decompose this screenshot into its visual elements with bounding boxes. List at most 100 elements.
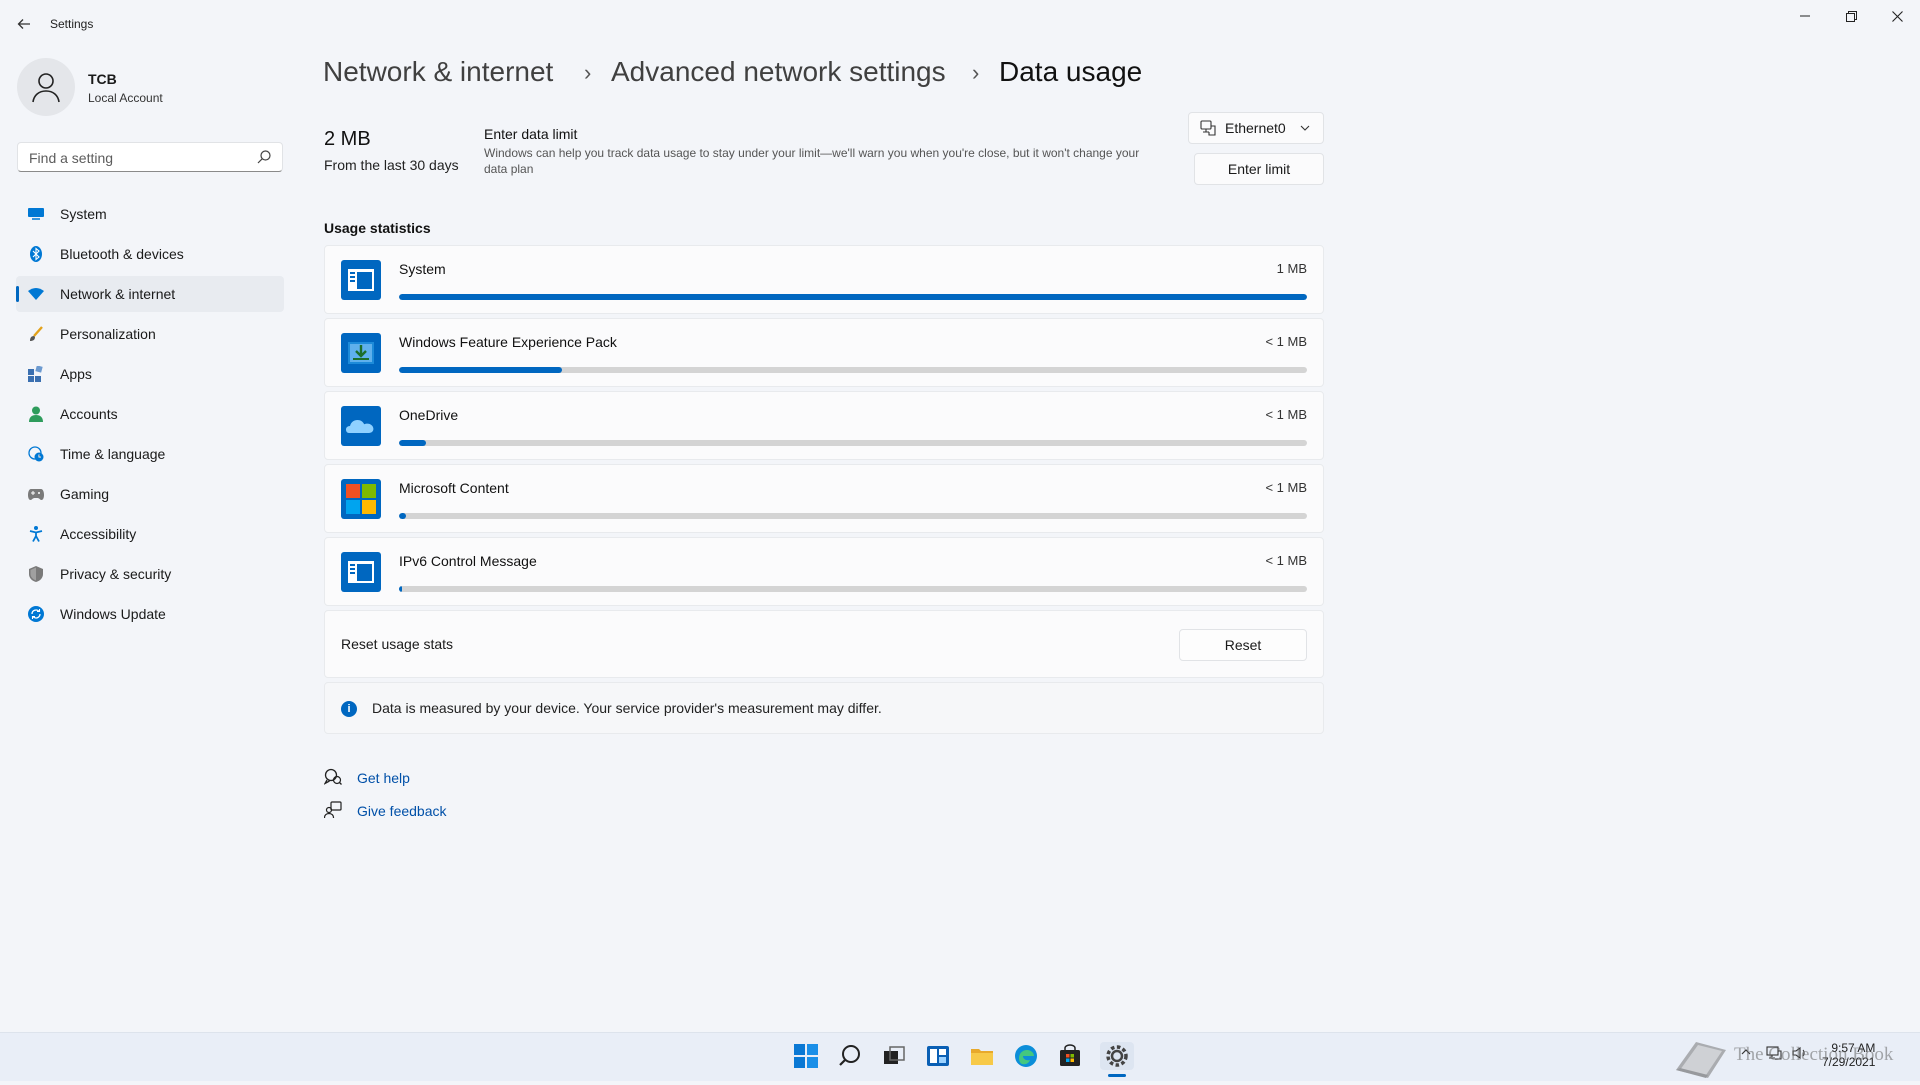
sidebar-item-label: Accessibility: [60, 526, 137, 542]
close-icon: [1891, 10, 1903, 22]
title-bar: [0, 0, 1920, 48]
start-icon[interactable]: [792, 1042, 820, 1070]
sidebar-item-apps[interactable]: Apps: [16, 356, 284, 392]
settings-icon[interactable]: [1100, 1042, 1134, 1070]
sidebar-item-network[interactable]: Network & internet: [16, 276, 284, 312]
sidebar-item-gaming[interactable]: Gaming: [16, 476, 284, 512]
app-usage-row: Microsoft Content < 1 MB: [324, 464, 1324, 533]
bluetooth-icon: [28, 246, 44, 262]
sidebar-item-label: Gaming: [60, 486, 110, 502]
usage-bar-fill: [399, 440, 427, 446]
app-usage-value: < 1 MB: [1265, 480, 1307, 495]
app-title: Settings: [50, 17, 94, 31]
sidebar-item-time-language[interactable]: Time & language: [16, 436, 284, 472]
sidebar-item-label: Accounts: [60, 406, 118, 422]
enter-limit-button[interactable]: Enter limit: [1194, 153, 1324, 185]
app-name: IPv6 Control Message: [399, 553, 537, 569]
file-explorer-icon[interactable]: [968, 1042, 996, 1070]
person-icon: [28, 406, 44, 422]
app-usage-value: < 1 MB: [1265, 407, 1307, 422]
edge-icon[interactable]: [1012, 1042, 1040, 1070]
usage-statistics-title: Usage statistics: [324, 220, 431, 236]
breadcrumb-network-internet[interactable]: Network & internet: [323, 56, 553, 88]
chevron-right-icon: ›: [584, 60, 592, 85]
sidebar-item-privacy-security[interactable]: Privacy & security: [16, 556, 284, 592]
usage-bar: [399, 440, 1307, 446]
sidebar-item-label: Personalization: [60, 326, 156, 342]
network-adapter-value: Ethernet0: [1225, 120, 1286, 136]
usage-bar: [399, 294, 1307, 300]
network-adapter-dropdown[interactable]: Ethernet0: [1188, 112, 1324, 144]
taskbar: [0, 1032, 1920, 1081]
microsoft-logo-icon: [341, 479, 381, 519]
system-app-icon: [341, 260, 381, 300]
feature-pack-icon: [341, 333, 381, 373]
sidebar-item-bluetooth[interactable]: Bluetooth & devices: [16, 236, 284, 272]
system-app-icon: [341, 552, 381, 592]
sidebar-item-accounts[interactable]: Accounts: [16, 396, 284, 432]
feedback-icon: [323, 801, 342, 824]
store-icon[interactable]: [1056, 1042, 1084, 1070]
sidebar-item-windows-update[interactable]: Windows Update: [16, 596, 284, 632]
watermark-logo: The Collection Book: [1672, 1030, 1902, 1080]
info-bar: i Data is measured by your device. Your …: [324, 682, 1324, 734]
usage-bar-fill: [399, 367, 563, 373]
monitor-icon: [28, 206, 44, 222]
chevron-right-icon: ›: [972, 60, 980, 85]
apps-icon: [28, 366, 44, 382]
arrow-left-icon: [17, 19, 30, 29]
sidebar-item-label: Network & internet: [60, 286, 176, 302]
onedrive-icon: [341, 406, 381, 446]
usage-period: From the last 30 days: [324, 157, 459, 173]
brush-icon: [28, 326, 44, 342]
app-usage-value: 1 MB: [1276, 261, 1307, 276]
app-usage-value: < 1 MB: [1265, 553, 1307, 568]
restore-button[interactable]: [1828, 0, 1874, 32]
usage-bar: [399, 586, 1307, 592]
usage-bar-fill: [399, 513, 407, 519]
task-view-icon[interactable]: [880, 1042, 908, 1070]
minimize-button[interactable]: [1782, 0, 1828, 32]
get-help-link[interactable]: Get help: [357, 770, 410, 786]
avatar[interactable]: [17, 58, 75, 116]
close-button[interactable]: [1874, 0, 1920, 32]
person-icon: [32, 73, 60, 103]
breadcrumb-advanced-network-settings[interactable]: Advanced network settings: [611, 56, 946, 88]
active-app-indicator: [1108, 1074, 1126, 1077]
app-name: OneDrive: [399, 407, 459, 423]
app-usage-value: < 1 MB: [1265, 334, 1307, 349]
sidebar-item-label: Time & language: [60, 446, 166, 462]
minimize-icon: [1800, 15, 1810, 17]
wifi-icon: [28, 286, 44, 302]
ethernet-icon: [1200, 120, 1216, 136]
search-icon[interactable]: [256, 149, 272, 165]
update-icon: [28, 606, 44, 622]
shield-icon: [28, 566, 44, 582]
sidebar-nav: System Bluetooth & devices Network & int…: [16, 196, 284, 636]
chevron-down-icon: [1300, 125, 1310, 131]
app-usage-row: OneDrive < 1 MB: [324, 391, 1324, 460]
page-title: Data usage: [999, 56, 1143, 87]
total-usage: 2 MB: [324, 128, 371, 150]
reset-button[interactable]: Reset: [1179, 629, 1307, 661]
sidebar-item-personalization[interactable]: Personalization: [16, 316, 284, 352]
app-usage-row: System 1 MB: [324, 245, 1324, 314]
search-input[interactable]: [27, 148, 251, 168]
reset-usage-row: Reset usage stats Reset: [324, 610, 1324, 678]
reset-usage-label: Reset usage stats: [341, 636, 454, 652]
widgets-icon[interactable]: [924, 1042, 952, 1070]
globe-clock-icon: [28, 446, 44, 462]
user-name: TCB: [88, 71, 117, 87]
sidebar-item-system[interactable]: System: [16, 196, 284, 232]
gamepad-icon: [28, 486, 44, 502]
back-button[interactable]: [12, 12, 36, 36]
sidebar-item-label: Apps: [60, 366, 92, 382]
search-box[interactable]: [17, 142, 283, 172]
account-type: Local Account: [88, 91, 163, 105]
sidebar-item-accessibility[interactable]: Accessibility: [16, 516, 284, 552]
app-usage-row: IPv6 Control Message < 1 MB: [324, 537, 1324, 606]
info-text: Data is measured by your device. Your se…: [372, 700, 882, 716]
search-icon[interactable]: [836, 1042, 864, 1070]
give-feedback-link[interactable]: Give feedback: [357, 803, 447, 819]
sidebar-item-label: Privacy & security: [60, 566, 172, 582]
